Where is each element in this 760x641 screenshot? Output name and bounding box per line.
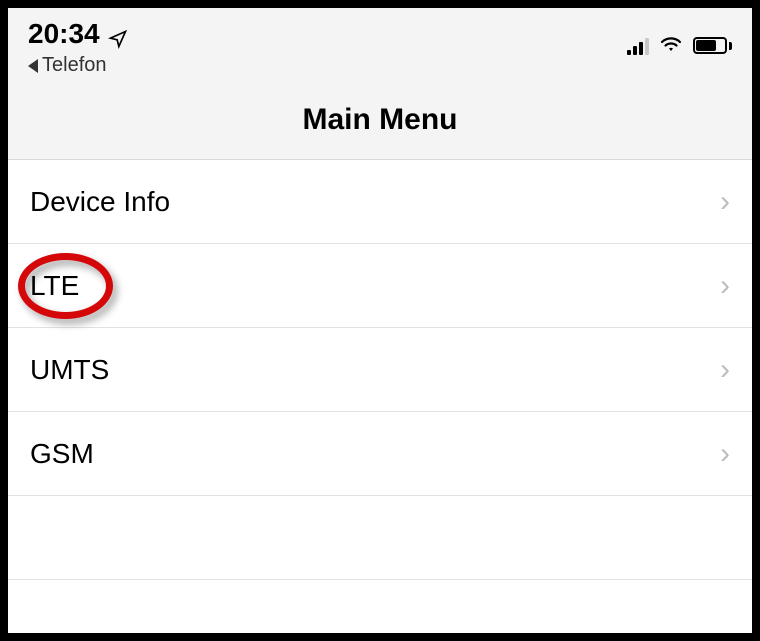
back-app-label: Telefon [42,54,107,77]
menu-list: Device Info › LTE › UMTS › GSM › [8,160,752,633]
menu-item-empty [8,496,752,580]
status-bar: 20:34 Telefon [8,8,752,77]
chevron-right-icon: › [720,353,730,387]
wifi-icon [659,34,683,57]
cellular-signal-icon [627,37,649,55]
menu-item-label: LTE [30,270,79,302]
menu-item-label: GSM [30,438,94,470]
menu-item-gsm[interactable]: GSM › [8,412,752,496]
location-icon [108,24,128,44]
menu-item-label: Device Info [30,186,170,218]
back-caret-icon [28,59,38,73]
chevron-right-icon: › [720,269,730,303]
status-right [627,18,732,57]
menu-item-device-info[interactable]: Device Info › [8,160,752,244]
status-time-row: 20:34 [28,18,128,50]
chevron-right-icon: › [720,185,730,219]
chevron-right-icon: › [720,437,730,471]
menu-item-label: UMTS [30,354,109,386]
screen-frame: 20:34 Telefon [0,0,760,641]
status-left: 20:34 Telefon [28,18,128,77]
menu-item-umts[interactable]: UMTS › [8,328,752,412]
status-time: 20:34 [28,18,100,50]
back-to-app[interactable]: Telefon [28,54,107,77]
menu-item-lte[interactable]: LTE › [8,244,752,328]
page-title: Main Menu [8,77,752,160]
battery-icon [693,37,732,54]
